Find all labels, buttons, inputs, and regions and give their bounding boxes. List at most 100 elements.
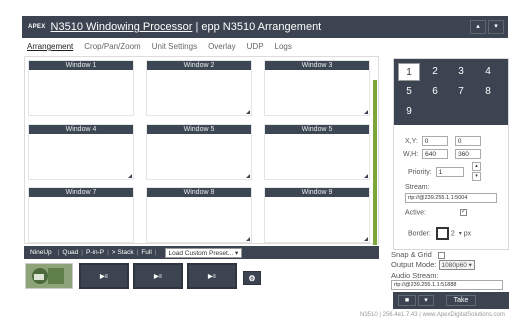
layout-toolbar: NineUp | Quad | P-in-P | > Stack | Full … — [24, 246, 379, 259]
source-thumbnail-image[interactable] — [25, 263, 73, 289]
tab-udp[interactable]: UDP — [247, 42, 264, 51]
resize-handle-icon[interactable] — [364, 174, 368, 178]
window-select-3[interactable]: 3 — [450, 63, 472, 81]
window-select-1[interactable]: 1 — [398, 63, 420, 81]
height-input[interactable]: 360 — [455, 149, 482, 159]
title-bar: APEX N3510 Windowing Processor | epp N35… — [22, 16, 508, 38]
audio-stream-label: Audio Stream: — [391, 271, 439, 280]
window-tile-1[interactable]: Window 1 — [28, 60, 134, 116]
border-row: Border: 2 ▾ px — [408, 227, 471, 240]
output-mode-select[interactable]: 1080p60 ▾ — [438, 260, 475, 270]
window-select-8[interactable]: 8 — [477, 83, 499, 101]
priority-label: Priority: — [408, 168, 432, 176]
border-width-value[interactable]: 2 — [451, 230, 455, 237]
border-width-stepper[interactable]: ▾ — [459, 231, 462, 237]
take-button[interactable]: Take — [446, 295, 476, 306]
layout-nineup-button[interactable]: NineUp — [30, 249, 52, 256]
tab-overlay[interactable]: Overlay — [208, 42, 236, 51]
source-thumbnail-camera-2[interactable]: ▶≡ — [133, 263, 183, 289]
gear-icon: ⚙ — [248, 273, 256, 283]
resize-handle-icon[interactable] — [364, 110, 368, 114]
y-input[interactable]: 0 — [454, 136, 481, 146]
device-link[interactable]: N3510 Windowing Processor — [51, 21, 193, 33]
window-tile-5[interactable]: Window 5 — [146, 124, 252, 180]
priority-row: Priority: 1 — [408, 167, 464, 177]
resize-handle-icon[interactable] — [364, 237, 368, 241]
window-selector: 1 2 3 4 5 6 7 8 9 — [394, 59, 508, 125]
window-select-6[interactable]: 6 — [424, 83, 446, 101]
priority-increment-button[interactable]: ▴ — [472, 162, 481, 171]
window-tile-4[interactable]: Window 4 — [28, 124, 134, 180]
tab-crop-pan-zoom[interactable]: Crop/Pan/Zoom — [84, 42, 140, 51]
source-thumbnail-camera-3[interactable]: ▶≡ — [187, 263, 237, 289]
window-select-2[interactable]: 2 — [424, 63, 446, 81]
output-mode-value: 1080p60 — [441, 262, 467, 269]
window-tile-3[interactable]: Window 3 — [264, 60, 370, 116]
window-select-9[interactable]: 9 — [398, 103, 420, 121]
window-select-7[interactable]: 7 — [450, 83, 472, 101]
snap-label: Snap & Grid — [391, 250, 432, 259]
resize-handle-icon[interactable] — [246, 237, 250, 241]
resize-handle-icon[interactable] — [128, 174, 132, 178]
app-window: { "header": { "logo_text": "APEX", "titl… — [0, 0, 520, 324]
preset-select-label: Load Custom Preset... — [168, 249, 234, 257]
width-input[interactable]: 640 — [422, 149, 449, 159]
active-checkbox[interactable]: ✓ — [459, 209, 467, 216]
page-subtitle: | epp N3510 Arrangement — [192, 21, 322, 33]
separator: | — [81, 249, 83, 256]
border-color-swatch[interactable] — [435, 227, 449, 240]
footer-info: N3510 | 256.4e1.7.43 | www.ApexDigitalSo… — [360, 312, 505, 318]
priority-decrement-button[interactable]: ▾ — [472, 172, 481, 181]
xy-label: X,Y: — [405, 137, 418, 145]
window-title: Window 4 — [29, 125, 133, 134]
window-tile-7[interactable]: Window 7 — [28, 187, 134, 243]
window-tile-2[interactable]: Window 2 — [146, 60, 252, 116]
chevron-down-icon: ▾ — [235, 249, 239, 257]
window-title: Window 1 — [29, 61, 133, 70]
window-select-4[interactable]: 4 — [477, 63, 499, 81]
layout-full-button[interactable]: Full — [141, 249, 151, 256]
output-mode-label: Output Mode: — [391, 260, 437, 269]
separator: | — [107, 249, 109, 256]
window-arrangement-canvas: Window 1 Window 2 Window 3 Window 4 Wind… — [24, 56, 379, 244]
window-select-5[interactable]: 5 — [398, 83, 420, 101]
stop-button[interactable]: ■ — [398, 295, 416, 306]
chevron-down-icon[interactable]: ▾ — [418, 295, 434, 306]
layout-pip-button[interactable]: P-in-P — [86, 249, 104, 256]
window-title: Window 8 — [147, 188, 251, 197]
layout-quad-button[interactable]: Quad — [62, 249, 78, 256]
tab-unit-settings[interactable]: Unit Settings — [152, 42, 197, 51]
x-input[interactable]: 0 — [421, 136, 448, 146]
layout-stack-button[interactable]: > Stack — [112, 249, 134, 256]
wh-row: W,H: 640 360 — [403, 149, 482, 159]
tab-arrangement[interactable]: Arrangement — [27, 42, 73, 51]
window-title: Window 7 — [29, 188, 133, 197]
border-label: Border: — [408, 230, 431, 238]
camera-icon: ▶≡ — [207, 273, 217, 280]
camera-icon: ▶≡ — [99, 273, 109, 280]
stream-input[interactable]: rtp://@239.255.1.1:5004 — [405, 193, 497, 203]
window-title: Window 9 — [265, 188, 369, 197]
thumbnail-settings-button[interactable]: ⚙ — [243, 271, 261, 285]
camera-icon: ▶≡ — [153, 273, 163, 280]
window-tile-6[interactable]: Window 5 — [264, 124, 370, 180]
move-up-button[interactable]: ▴ — [470, 20, 486, 34]
priority-input[interactable]: 1 — [435, 167, 464, 177]
window-tile-9[interactable]: Window 9 — [264, 187, 370, 243]
snap-row: Snap & Grid — [391, 250, 445, 259]
audio-stream-input[interactable]: rtp://@239.255.1.1:51888 — [391, 280, 503, 290]
window-title: Window 5 — [147, 125, 251, 134]
page-title: N3510 Windowing Processor | epp N3510 Ar… — [51, 21, 322, 33]
wh-label: W,H: — [403, 150, 419, 158]
tab-logs[interactable]: Logs — [275, 42, 292, 51]
window-tile-8[interactable]: Window 8 — [146, 187, 252, 243]
preset-select[interactable]: Load Custom Preset... ▾ — [164, 247, 243, 258]
move-down-button[interactable]: ▾ — [488, 20, 504, 34]
active-indicator-bar — [373, 80, 377, 245]
border-unit-label: px — [463, 230, 472, 238]
source-thumbnail-camera-1[interactable]: ▶≡ — [79, 263, 129, 289]
resize-handle-icon[interactable] — [246, 174, 250, 178]
separator: | — [57, 249, 60, 256]
resize-handle-icon[interactable] — [246, 110, 250, 114]
snap-checkbox[interactable] — [437, 251, 445, 259]
